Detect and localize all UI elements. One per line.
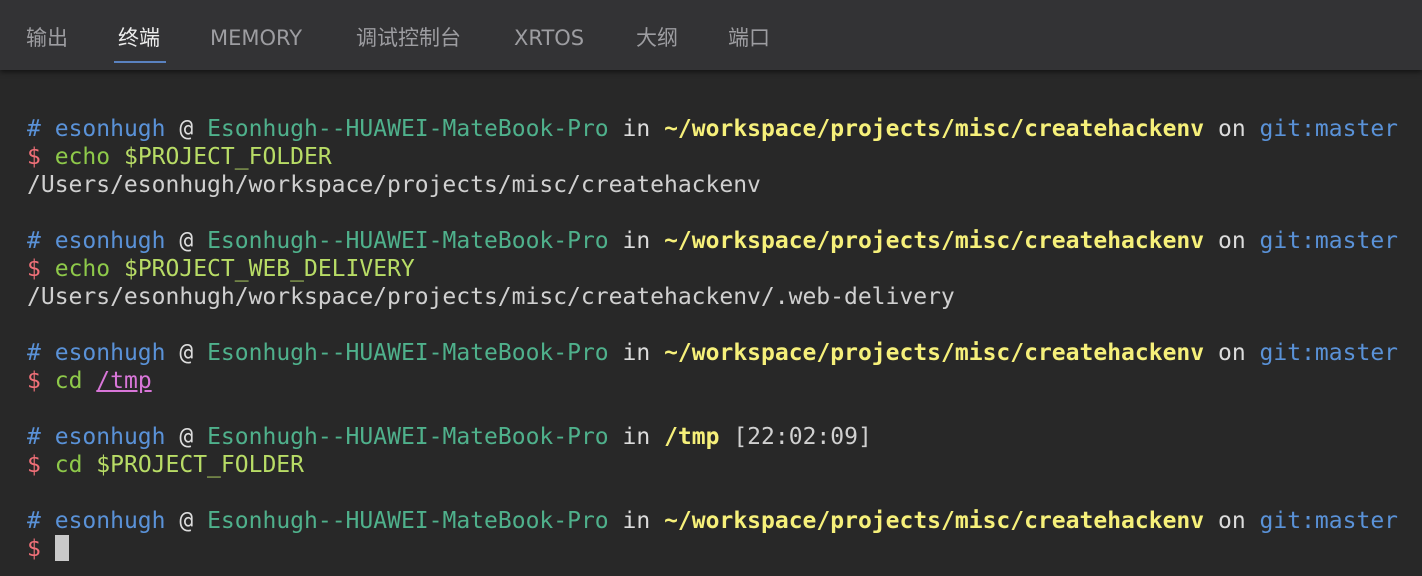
prompt-git-branch: git:master xyxy=(1259,228,1399,254)
prompt-user: esonhugh xyxy=(54,508,166,534)
prompt-line: # esonhugh @ Esonhugh--HUAWEI-MateBook-P… xyxy=(27,227,1398,255)
prompt-in: in xyxy=(622,340,651,366)
prompt-in: in xyxy=(622,228,651,254)
command-line: $ cd /tmp xyxy=(27,367,152,395)
prompt-at: @ xyxy=(179,340,194,366)
prompt-timestamp: [22:02:09] xyxy=(733,424,872,450)
prompt-in: in xyxy=(622,508,651,534)
command-path-link[interactable]: /tmp xyxy=(96,368,151,394)
panel-tab-bar: 输出 终端 MEMORY 调试控制台 XRTOS 大纲 端口 xyxy=(0,0,1422,70)
prompt-user: esonhugh xyxy=(54,228,166,254)
prompt-hash: # xyxy=(27,340,41,366)
prompt-user: esonhugh xyxy=(54,424,166,450)
prompt-user: esonhugh xyxy=(54,340,166,366)
prompt-user: esonhugh xyxy=(54,116,166,142)
prompt-hash: # xyxy=(27,424,41,450)
prompt-hash: # xyxy=(27,508,41,534)
prompt-host: Esonhugh--HUAWEI-MateBook-Pro xyxy=(207,508,609,534)
prompt-host: Esonhugh--HUAWEI-MateBook-Pro xyxy=(207,340,609,366)
tab-terminal[interactable]: 终端 xyxy=(118,0,160,70)
prompt-hash: # xyxy=(27,116,41,142)
command-name: echo xyxy=(54,256,111,282)
command-line: $ echo $PROJECT_FOLDER xyxy=(27,143,332,171)
command-name: cd xyxy=(54,452,83,478)
tab-memory[interactable]: MEMORY xyxy=(210,0,302,70)
prompt-path: /tmp xyxy=(664,424,720,450)
prompt-path: ~/workspace/projects/misc/createhackenv xyxy=(664,116,1205,142)
command-arg: $PROJECT_WEB_DELIVERY xyxy=(123,256,415,282)
prompt-path: ~/workspace/projects/misc/createhackenv xyxy=(664,228,1205,254)
tab-outline[interactable]: 大纲 xyxy=(636,0,678,70)
prompt-line: # esonhugh @ Esonhugh--HUAWEI-MateBook-P… xyxy=(27,115,1398,143)
prompt-path: ~/workspace/projects/misc/createhackenv xyxy=(664,508,1205,534)
prompt-line: # esonhugh @ Esonhugh--HUAWEI-MateBook-P… xyxy=(27,423,872,451)
command-arg: $PROJECT_FOLDER xyxy=(96,452,304,478)
prompt-hash: # xyxy=(27,228,41,254)
input-line[interactable]: $ xyxy=(27,535,69,563)
prompt-git-branch: git:master xyxy=(1259,116,1399,142)
tab-ports[interactable]: 端口 xyxy=(728,0,770,70)
command-arg: $PROJECT_FOLDER xyxy=(123,144,332,170)
prompt-git-branch: git:master xyxy=(1259,340,1399,366)
command-output: /Users/esonhugh/workspace/projects/misc/… xyxy=(27,284,955,310)
prompt-at: @ xyxy=(179,508,194,534)
command-name: echo xyxy=(54,144,111,170)
prompt-at: @ xyxy=(179,228,194,254)
prompt-host: Esonhugh--HUAWEI-MateBook-Pro xyxy=(207,228,609,254)
prompt-git-branch: git:master xyxy=(1259,508,1399,534)
tab-output[interactable]: 输出 xyxy=(26,0,68,70)
prompt-on: on xyxy=(1217,508,1246,534)
tab-xrtos[interactable]: XRTOS xyxy=(514,0,584,70)
tab-debug-console[interactable]: 调试控制台 xyxy=(356,0,461,70)
terminal-view[interactable]: # esonhugh @ Esonhugh--HUAWEI-MateBook-P… xyxy=(0,70,1422,576)
prompt-on: on xyxy=(1217,116,1246,142)
prompt-line: # esonhugh @ Esonhugh--HUAWEI-MateBook-P… xyxy=(27,339,1398,367)
command-output: /Users/esonhugh/workspace/projects/misc/… xyxy=(27,172,761,198)
prompt-dollar: $ xyxy=(27,536,41,562)
command-line: $ echo $PROJECT_WEB_DELIVERY xyxy=(27,255,415,283)
prompt-in: in xyxy=(622,424,651,450)
prompt-on: on xyxy=(1217,340,1246,366)
active-tab-indicator xyxy=(114,61,166,63)
command-line: $ cd $PROJECT_FOLDER xyxy=(27,451,304,479)
prompt-line: # esonhugh @ Esonhugh--HUAWEI-MateBook-P… xyxy=(27,507,1398,535)
prompt-dollar: $ xyxy=(27,452,41,478)
prompt-path: ~/workspace/projects/misc/createhackenv xyxy=(664,340,1205,366)
prompt-dollar: $ xyxy=(27,368,41,394)
prompt-on: on xyxy=(1217,228,1246,254)
prompt-at: @ xyxy=(179,116,194,142)
prompt-dollar: $ xyxy=(27,256,41,282)
prompt-host: Esonhugh--HUAWEI-MateBook-Pro xyxy=(207,424,609,450)
text-cursor xyxy=(54,535,69,561)
prompt-in: in xyxy=(622,116,651,142)
command-name: cd xyxy=(54,368,83,394)
prompt-at: @ xyxy=(179,424,194,450)
prompt-host: Esonhugh--HUAWEI-MateBook-Pro xyxy=(207,116,609,142)
prompt-dollar: $ xyxy=(27,144,41,170)
